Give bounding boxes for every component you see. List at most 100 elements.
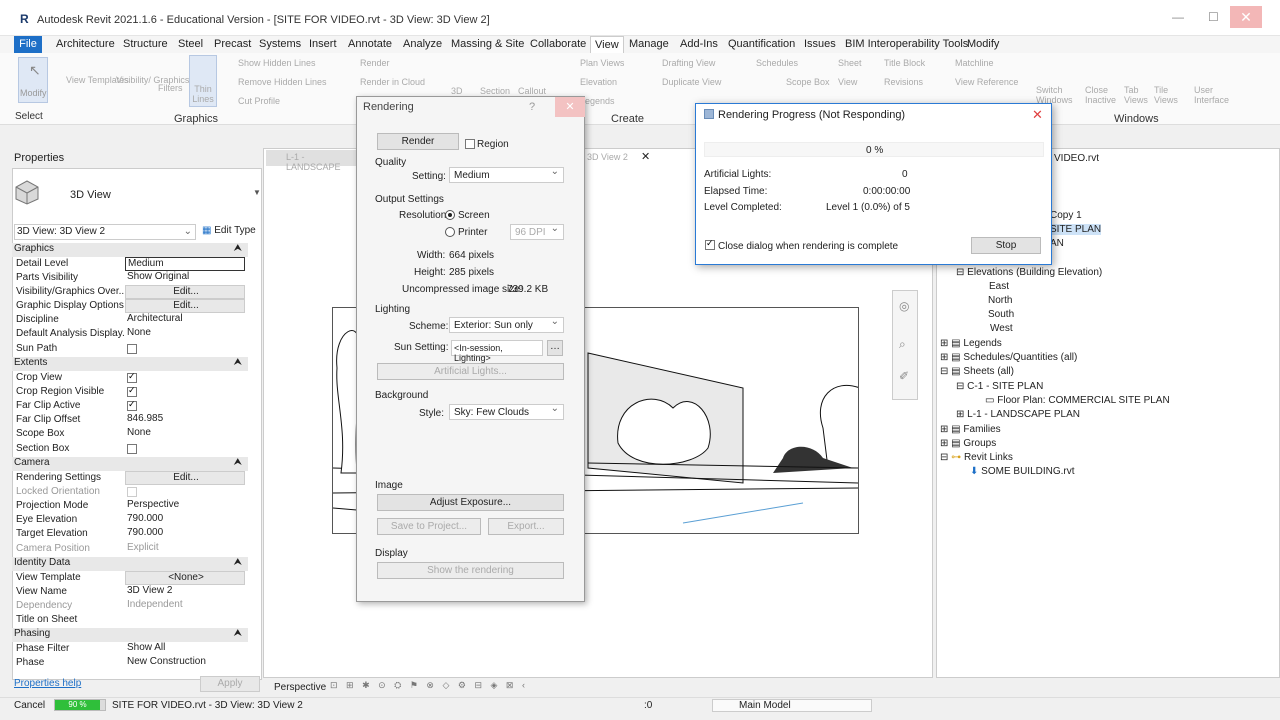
instance-filter[interactable]: 3D View: 3D View 2 ⌄ [14, 224, 196, 240]
browser-item[interactable]: ⊟ Elevations (Building Elevation) [956, 267, 1102, 278]
browser-item[interactable]: SITE PLAN [1050, 224, 1102, 235]
prop-row: Camera Position Explicit [16, 542, 159, 554]
region-label: Region [477, 139, 509, 150]
browser-item[interactable]: ⊞ ▤ Legends [940, 338, 1002, 349]
printer-label: Printer [458, 227, 488, 238]
menu-quantification[interactable]: Quantification [728, 38, 795, 50]
browser-item[interactable]: South [988, 309, 1014, 320]
browser-item[interactable]: West [990, 323, 1013, 334]
menu-analyze[interactable]: Analyze [403, 38, 442, 50]
orbit-icon[interactable]: ✐ [899, 369, 909, 383]
browser-item[interactable]: ⊟ C-1 - SITE PLAN [956, 381, 1043, 392]
sun-setting-field[interactable]: <In-session, Lighting> [451, 340, 543, 363]
tab-landscape[interactable]: L-1 - LANDSCAPE [266, 150, 366, 172]
menu-modify[interactable]: Modify [967, 38, 999, 50]
dpi-select[interactable]: 96 DPI [510, 223, 564, 240]
browser-item[interactable]: Copy 1 [1050, 210, 1082, 221]
browser-item[interactable]: ⊞ ▤ Families [940, 424, 1001, 435]
thin-lines-button[interactable]: Thin Lines [189, 55, 217, 107]
browser-item[interactable]: AN [1050, 238, 1064, 249]
menu-insert[interactable]: Insert [309, 38, 337, 50]
apply-button[interactable]: Apply [200, 676, 260, 692]
menu-collaborate[interactable]: Collaborate [530, 38, 586, 50]
close-window-icon[interactable]: ✕ [1230, 6, 1262, 28]
quality-select[interactable]: Medium [449, 166, 564, 183]
adjust-exposure-button[interactable]: Adjust Exposure... [377, 494, 564, 511]
modify-tool[interactable]: ↖ Modify [18, 57, 48, 103]
close-when-complete-checkbox[interactable] [705, 238, 715, 250]
help-icon[interactable]: ? [529, 101, 535, 113]
browser-item[interactable]: ⬇ SOME BUILDING.rvt [970, 466, 1075, 477]
screen-radio[interactable] [445, 210, 455, 220]
render-button[interactable]: Render [377, 133, 459, 150]
menu-architecture[interactable]: Architecture [56, 38, 115, 50]
close-tab-icon[interactable]: ✕ [641, 150, 650, 163]
minimize-icon[interactable]: — [1172, 10, 1184, 24]
view-control-bar[interactable]: ⊡ ⊞ ✱ ⊙ ⛭ ⚑ ⊗ ◇ ⚙ ⊟ ◈ ⊠ ‹ [330, 680, 570, 692]
prop-row: Visibility/Graphics Over... Edit... [12, 285, 246, 299]
close-progress-icon[interactable]: ✕ [1032, 107, 1043, 123]
zoom-icon[interactable]: ⌕ [899, 337, 906, 352]
section-box-checkbox[interactable] [127, 444, 137, 454]
menu-file[interactable]: File [14, 36, 42, 53]
browser-item[interactable]: ⊞ L-1 - LANDSCAPE PLAN [956, 409, 1080, 420]
browser-item[interactable]: ⊞ ▤ Schedules/Quantities (all) [940, 352, 1077, 363]
steering-wheel-icon[interactable]: ◎ [899, 299, 909, 313]
show-rendering-button[interactable]: Show the rendering [377, 562, 564, 579]
export-button[interactable]: Export... [488, 518, 564, 535]
browser-item[interactable]: ▭ Floor Plan: COMMERCIAL SITE PLAN [985, 395, 1170, 406]
group-graphics[interactable]: Graphics ⮝ [12, 243, 248, 257]
menu-steel[interactable]: Steel [178, 38, 203, 50]
group-phasing[interactable]: Phasing ⮝ [12, 628, 248, 642]
scheme-select[interactable]: Exterior: Sun only [449, 316, 564, 333]
browser-item[interactable]: ⊞ ▤ Groups [940, 438, 996, 449]
menu-issues[interactable]: Issues [804, 38, 836, 50]
maximize-icon[interactable]: ☐ [1208, 10, 1219, 24]
quality-section: Quality [375, 157, 407, 168]
close-dialog-icon[interactable]: ✕ [555, 97, 585, 117]
menu-add-ins[interactable]: Add-Ins [680, 38, 718, 50]
artificial-lights-button[interactable]: Artificial Lights... [377, 363, 564, 380]
edit-type-button[interactable]: ▦ Edit Type [200, 224, 260, 240]
browser-item[interactable]: ⊟ ▤ Sheets (all) [940, 366, 1014, 377]
cancel-button[interactable]: Cancel [14, 700, 45, 711]
sun-path-checkbox[interactable] [127, 344, 137, 354]
type-dropdown-icon[interactable]: ▼ [253, 188, 261, 197]
properties-help-link[interactable]: Properties help [14, 678, 81, 689]
tab-3d-view[interactable]: 3D View 2 ✕ [585, 150, 657, 166]
height-label: Height: [414, 267, 446, 278]
menu-systems[interactable]: Systems [259, 38, 301, 50]
menu-view[interactable]: View [590, 36, 624, 53]
prop-row: Locked Orientation [12, 485, 246, 499]
edit-type-icon: ▦ [202, 225, 212, 236]
stop-button[interactable]: Stop [971, 237, 1041, 254]
menu-structure[interactable]: Structure [123, 38, 168, 50]
browser-item[interactable]: ⊟ ⊶ Revit Links [940, 452, 1013, 463]
group-extents[interactable]: Extents ⮝ [12, 357, 248, 371]
menu-manage[interactable]: Manage [629, 38, 669, 50]
menu-annotate[interactable]: Annotate [348, 38, 392, 50]
background-style-select[interactable]: Sky: Few Clouds [449, 403, 564, 420]
expand-icon: ⊞ [956, 409, 965, 420]
group-identity-data[interactable]: Identity Data ⮝ [12, 557, 248, 571]
collapse-icon: ⮝ [233, 628, 243, 639]
select-dropdown[interactable]: Select [15, 111, 43, 122]
sun-settings-browse-button[interactable]: … [547, 340, 563, 356]
menu-precast[interactable]: Precast [214, 38, 251, 50]
browser-item[interactable]: North [988, 295, 1012, 306]
far-clip-active-checkbox[interactable] [127, 399, 137, 411]
crop-view-checkbox[interactable] [127, 371, 137, 383]
region-checkbox[interactable] [465, 139, 475, 149]
printer-radio[interactable] [445, 227, 455, 237]
active-workset[interactable]: Main Model [712, 699, 872, 712]
schedule-icon: ▤ [951, 352, 961, 363]
lighting-section: Lighting [375, 304, 411, 315]
menu-bim-interoperability[interactable]: BIM Interoperability Tools [845, 38, 968, 50]
menu-massing-site[interactable]: Massing & Site [451, 38, 524, 50]
browser-item[interactable]: East [989, 281, 1009, 292]
navigation-bar[interactable]: ◎ ⌕ ✐ [892, 290, 918, 400]
group-camera[interactable]: Camera ⮝ [12, 457, 248, 471]
save-to-project-button[interactable]: Save to Project... [377, 518, 481, 535]
revit-window: R Autodesk Revit 2021.1.6 - Educational … [0, 0, 1280, 720]
crop-region-visible-checkbox[interactable] [127, 385, 137, 397]
